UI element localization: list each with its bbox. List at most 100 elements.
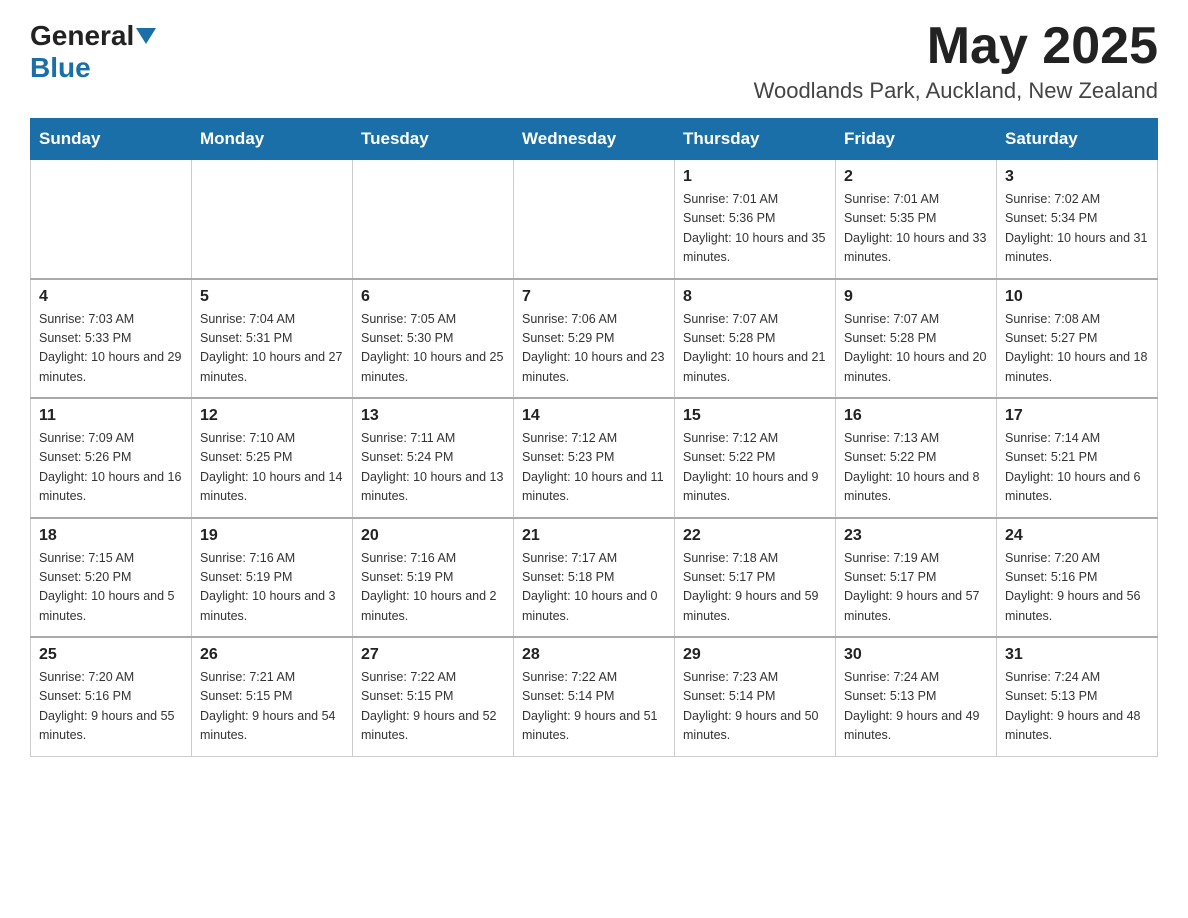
calendar-day-9: 9 Sunrise: 7:07 AMSunset: 5:28 PMDaylight… xyxy=(836,279,997,399)
calendar-day-27: 27 Sunrise: 7:22 AMSunset: 5:15 PMDayligh… xyxy=(353,637,514,756)
calendar-day-31: 31 Sunrise: 7:24 AMSunset: 5:13 PMDayligh… xyxy=(997,637,1158,756)
day-info: Sunrise: 7:01 AMSunset: 5:36 PMDaylight:… xyxy=(683,190,827,268)
day-info: Sunrise: 7:20 AMSunset: 5:16 PMDaylight:… xyxy=(1005,549,1149,627)
calendar-day-6: 6Sunrise: 7:05 AMSunset: 5:30 PMDaylight… xyxy=(353,279,514,399)
calendar-day-14: 14 Sunrise: 7:12 AMSunset: 5:23 PMDayligh… xyxy=(514,398,675,518)
day-info: Sunrise: 7:08 AMSunset: 5:27 PMDaylight:… xyxy=(1005,310,1149,388)
day-number: 21 xyxy=(522,527,666,545)
day-info: Sunrise: 7:20 AMSunset: 5:16 PMDaylight:… xyxy=(39,668,183,746)
day-number: 5 xyxy=(200,288,344,306)
day-number: 6 xyxy=(361,288,505,306)
calendar-day-24: 24Sunrise: 7:20 AMSunset: 5:16 PMDayligh… xyxy=(997,518,1158,638)
day-number: 19 xyxy=(200,527,344,545)
day-info: Sunrise: 7:21 AMSunset: 5:15 PMDaylight:… xyxy=(200,668,344,746)
calendar-header-wednesday: Wednesday xyxy=(514,119,675,160)
day-info: Sunrise: 7:07 AMSunset: 5:28 PMDaylight:… xyxy=(844,310,988,388)
calendar-header-thursday: Thursday xyxy=(675,119,836,160)
calendar-day-1: 1 Sunrise: 7:01 AMSunset: 5:36 PMDaylight… xyxy=(675,160,836,279)
logo-blue-text: Blue xyxy=(30,52,91,83)
logo: General Blue xyxy=(30,20,158,84)
day-info: Sunrise: 7:17 AMSunset: 5:18 PMDaylight:… xyxy=(522,549,666,627)
day-number: 12 xyxy=(200,407,344,425)
day-number: 31 xyxy=(1005,646,1149,664)
calendar-empty-cell xyxy=(192,160,353,279)
day-number: 30 xyxy=(844,646,988,664)
month-year-title: May 2025 xyxy=(754,20,1158,72)
day-info: Sunrise: 7:22 AMSunset: 5:14 PMDaylight:… xyxy=(522,668,666,746)
day-info: Sunrise: 7:03 AMSunset: 5:33 PMDaylight:… xyxy=(39,310,183,388)
day-info: Sunrise: 7:04 AMSunset: 5:31 PMDaylight:… xyxy=(200,310,344,388)
calendar-day-23: 23Sunrise: 7:19 AMSunset: 5:17 PMDayligh… xyxy=(836,518,997,638)
day-number: 14 xyxy=(522,407,666,425)
calendar-day-25: 25 Sunrise: 7:20 AMSunset: 5:16 PMDayligh… xyxy=(31,637,192,756)
day-info: Sunrise: 7:16 AMSunset: 5:19 PMDaylight:… xyxy=(200,549,344,627)
calendar-header-tuesday: Tuesday xyxy=(353,119,514,160)
day-info: Sunrise: 7:18 AMSunset: 5:17 PMDaylight:… xyxy=(683,549,827,627)
calendar-day-28: 28 Sunrise: 7:22 AMSunset: 5:14 PMDayligh… xyxy=(514,637,675,756)
calendar-header-friday: Friday xyxy=(836,119,997,160)
title-block: May 2025 Woodlands Park, Auckland, New Z… xyxy=(754,20,1158,104)
day-number: 28 xyxy=(522,646,666,664)
day-number: 16 xyxy=(844,407,988,425)
day-info: Sunrise: 7:22 AMSunset: 5:15 PMDaylight:… xyxy=(361,668,505,746)
day-number: 13 xyxy=(361,407,505,425)
calendar-day-26: 26 Sunrise: 7:21 AMSunset: 5:15 PMDayligh… xyxy=(192,637,353,756)
day-info: Sunrise: 7:23 AMSunset: 5:14 PMDaylight:… xyxy=(683,668,827,746)
calendar-day-30: 30Sunrise: 7:24 AMSunset: 5:13 PMDayligh… xyxy=(836,637,997,756)
calendar-week-row-2: 4 Sunrise: 7:03 AMSunset: 5:33 PMDaylight… xyxy=(31,279,1158,399)
day-number: 25 xyxy=(39,646,183,664)
calendar-day-21: 21 Sunrise: 7:17 AMSunset: 5:18 PMDayligh… xyxy=(514,518,675,638)
day-info: Sunrise: 7:19 AMSunset: 5:17 PMDaylight:… xyxy=(844,549,988,627)
calendar-day-19: 19 Sunrise: 7:16 AMSunset: 5:19 PMDayligh… xyxy=(192,518,353,638)
calendar-day-18: 18Sunrise: 7:15 AMSunset: 5:20 PMDayligh… xyxy=(31,518,192,638)
day-number: 9 xyxy=(844,288,988,306)
calendar-header-monday: Monday xyxy=(192,119,353,160)
day-info: Sunrise: 7:07 AMSunset: 5:28 PMDaylight:… xyxy=(683,310,827,388)
day-number: 2 xyxy=(844,168,988,186)
day-number: 22 xyxy=(683,527,827,545)
calendar-day-17: 17Sunrise: 7:14 AMSunset: 5:21 PMDayligh… xyxy=(997,398,1158,518)
day-number: 4 xyxy=(39,288,183,306)
calendar-week-row-5: 25 Sunrise: 7:20 AMSunset: 5:16 PMDayligh… xyxy=(31,637,1158,756)
calendar-day-12: 12 Sunrise: 7:10 AMSunset: 5:25 PMDayligh… xyxy=(192,398,353,518)
day-number: 17 xyxy=(1005,407,1149,425)
day-info: Sunrise: 7:01 AMSunset: 5:35 PMDaylight:… xyxy=(844,190,988,268)
day-number: 20 xyxy=(361,527,505,545)
calendar-day-11: 11Sunrise: 7:09 AMSunset: 5:26 PMDayligh… xyxy=(31,398,192,518)
day-number: 11 xyxy=(39,407,183,425)
day-info: Sunrise: 7:24 AMSunset: 5:13 PMDaylight:… xyxy=(1005,668,1149,746)
calendar-header-row: SundayMondayTuesdayWednesdayThursdayFrid… xyxy=(31,119,1158,160)
calendar-day-10: 10 Sunrise: 7:08 AMSunset: 5:27 PMDayligh… xyxy=(997,279,1158,399)
day-info: Sunrise: 7:16 AMSunset: 5:19 PMDaylight:… xyxy=(361,549,505,627)
day-info: Sunrise: 7:15 AMSunset: 5:20 PMDaylight:… xyxy=(39,549,183,627)
day-info: Sunrise: 7:12 AMSunset: 5:22 PMDaylight:… xyxy=(683,429,827,507)
calendar-day-20: 20 Sunrise: 7:16 AMSunset: 5:19 PMDayligh… xyxy=(353,518,514,638)
day-number: 26 xyxy=(200,646,344,664)
day-number: 29 xyxy=(683,646,827,664)
logo-triangle-icon xyxy=(136,28,156,44)
day-info: Sunrise: 7:02 AMSunset: 5:34 PMDaylight:… xyxy=(1005,190,1149,268)
calendar-header-sunday: Sunday xyxy=(31,119,192,160)
day-number: 27 xyxy=(361,646,505,664)
calendar-day-22: 22 Sunrise: 7:18 AMSunset: 5:17 PMDayligh… xyxy=(675,518,836,638)
calendar-day-8: 8Sunrise: 7:07 AMSunset: 5:28 PMDaylight… xyxy=(675,279,836,399)
day-info: Sunrise: 7:13 AMSunset: 5:22 PMDaylight:… xyxy=(844,429,988,507)
day-number: 3 xyxy=(1005,168,1149,186)
calendar-empty-cell xyxy=(31,160,192,279)
day-number: 15 xyxy=(683,407,827,425)
location-subtitle: Woodlands Park, Auckland, New Zealand xyxy=(754,78,1158,104)
calendar-day-13: 13 Sunrise: 7:11 AMSunset: 5:24 PMDayligh… xyxy=(353,398,514,518)
day-info: Sunrise: 7:10 AMSunset: 5:25 PMDaylight:… xyxy=(200,429,344,507)
day-number: 1 xyxy=(683,168,827,186)
calendar-day-15: 15 Sunrise: 7:12 AMSunset: 5:22 PMDayligh… xyxy=(675,398,836,518)
calendar-day-7: 7Sunrise: 7:06 AMSunset: 5:29 PMDaylight… xyxy=(514,279,675,399)
day-info: Sunrise: 7:12 AMSunset: 5:23 PMDaylight:… xyxy=(522,429,666,507)
calendar-empty-cell xyxy=(514,160,675,279)
day-number: 10 xyxy=(1005,288,1149,306)
calendar-week-row-3: 11Sunrise: 7:09 AMSunset: 5:26 PMDayligh… xyxy=(31,398,1158,518)
calendar-day-5: 5 Sunrise: 7:04 AMSunset: 5:31 PMDaylight… xyxy=(192,279,353,399)
day-info: Sunrise: 7:11 AMSunset: 5:24 PMDaylight:… xyxy=(361,429,505,507)
day-number: 7 xyxy=(522,288,666,306)
calendar-day-16: 16 Sunrise: 7:13 AMSunset: 5:22 PMDayligh… xyxy=(836,398,997,518)
logo-general-text: General xyxy=(30,20,134,52)
